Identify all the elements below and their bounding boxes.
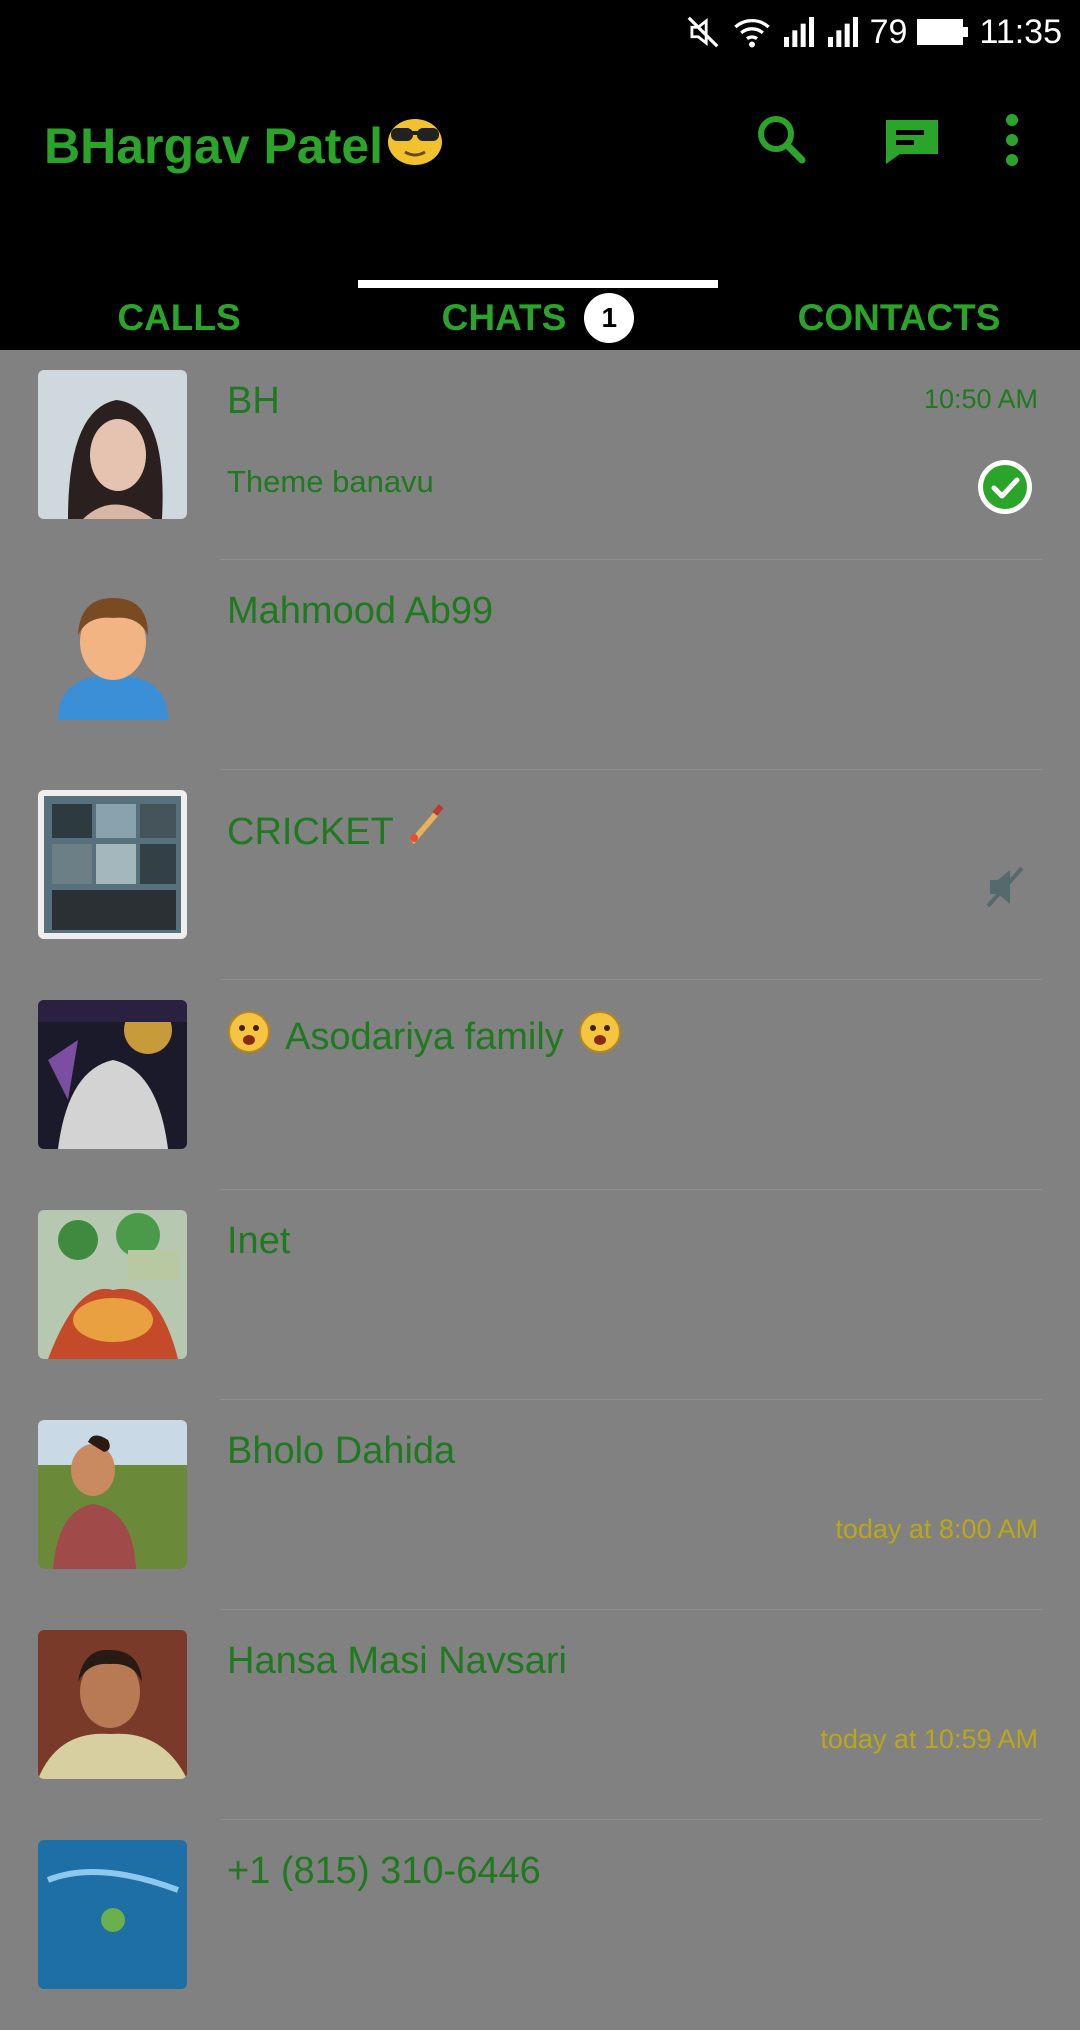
- more-vert-icon[interactable]: [980, 108, 1044, 172]
- chat-row-asodariya[interactable]: Asodariya family: [0, 980, 1080, 1190]
- new-chat-icon[interactable]: [880, 108, 944, 172]
- battery-icon: [917, 18, 969, 46]
- tab-calls[interactable]: CALLS: [0, 286, 358, 350]
- chat-row-mahmood[interactable]: Mahmood Ab99: [0, 560, 1080, 770]
- default-avatar-icon[interactable]: [38, 580, 187, 729]
- chat-row-inet[interactable]: Inet: [0, 1190, 1080, 1400]
- chat-name: BH: [227, 380, 280, 422]
- battery-level: 79: [869, 12, 908, 51]
- chat-name: Asodariya family: [227, 1010, 622, 1064]
- app-title: BHargav Patel: [44, 114, 445, 178]
- muted-icon: [980, 862, 1030, 917]
- chat-time: 10:50 AM: [923, 384, 1038, 414]
- chat-preview: Theme banavu: [227, 464, 434, 499]
- profile-name: BHargav Patel: [44, 118, 384, 174]
- chat-name: Inet: [227, 1220, 291, 1262]
- avatar[interactable]: [38, 790, 187, 939]
- tab-contacts[interactable]: CONTACTS: [718, 286, 1080, 350]
- unread-badge: 1: [584, 293, 635, 343]
- chat-name: Hansa Masi Navsari: [227, 1640, 567, 1682]
- chat-name: CRICKET: [227, 800, 448, 854]
- tab-chats-label: CHATS: [441, 297, 567, 338]
- clock: 11:35: [979, 12, 1062, 51]
- tab-chats[interactable]: CHATS 1: [358, 286, 718, 350]
- active-tab-indicator: [358, 280, 718, 288]
- avatar[interactable]: [38, 1210, 187, 1359]
- chat-row-hansa[interactable]: Hansa Masi Navsari today at 10:59 AM: [0, 1610, 1080, 1820]
- chat-name: Mahmood Ab99: [227, 590, 494, 632]
- chat-time: today at 10:59 AM: [820, 1724, 1038, 1754]
- chat-row-bh[interactable]: BH Theme banavu 10:50 AM: [0, 350, 1080, 560]
- sunglasses-emoji-icon: [385, 114, 445, 178]
- signal-icon-2: [826, 17, 860, 47]
- app-bar: BHargav Patel CALLS CHATS 1 CONTACTS: [0, 64, 1080, 350]
- chat-time: today at 8:00 AM: [835, 1514, 1038, 1544]
- chat-name: +1 (815) 310-6446: [227, 1850, 541, 1892]
- search-icon[interactable]: [750, 108, 814, 172]
- chat-name: Bholo Dahida: [227, 1430, 456, 1472]
- signal-icon-1: [782, 17, 816, 47]
- avatar[interactable]: [38, 370, 187, 519]
- smiley-emoji-icon: [578, 1010, 622, 1064]
- read-check-icon: [976, 458, 1034, 521]
- chat-row-bholo[interactable]: Bholo Dahida today at 8:00 AM: [0, 1400, 1080, 1610]
- chat-name-text: CRICKET: [227, 811, 394, 853]
- tab-bar: CALLS CHATS 1 CONTACTS: [0, 286, 1080, 350]
- tab-contacts-label: CONTACTS: [797, 297, 1001, 338]
- chat-name-text: Asodariya family: [285, 1015, 564, 1058]
- wifi-icon: [732, 14, 772, 50]
- avatar[interactable]: [38, 1420, 187, 1569]
- avatar[interactable]: [38, 1840, 187, 1989]
- chat-row-phone[interactable]: +1 (815) 310-6446: [0, 1820, 1080, 2030]
- smiley-emoji-icon: [227, 1010, 271, 1064]
- cricket-bat-emoji-icon: [404, 804, 448, 853]
- avatar[interactable]: [38, 1630, 187, 1779]
- tab-calls-label: CALLS: [117, 297, 241, 338]
- chat-row-cricket[interactable]: CRICKET: [0, 770, 1080, 980]
- avatar[interactable]: [38, 1000, 187, 1149]
- mute-icon: [684, 13, 722, 51]
- status-bar: 79 11:35: [0, 0, 1080, 64]
